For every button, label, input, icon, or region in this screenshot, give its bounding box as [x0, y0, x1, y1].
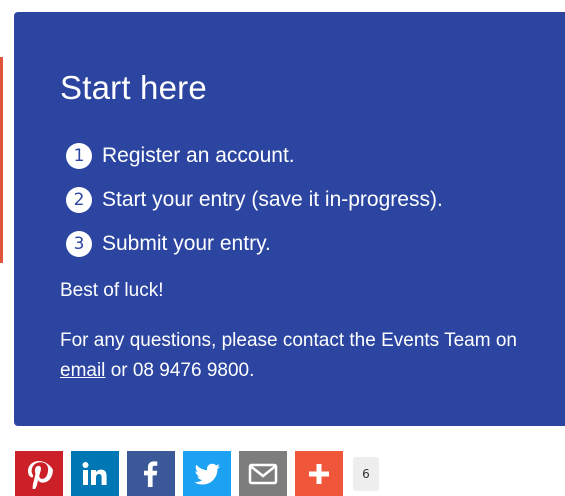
pinterest-icon — [28, 460, 53, 489]
steps-list: 1 Register an account. 2 Start your entr… — [60, 134, 565, 266]
list-item: 3 Submit your entry. — [60, 222, 565, 266]
list-item: 2 Start your entry (save it in-progress)… — [60, 178, 565, 222]
contact-text: For any questions, please contact the Ev… — [60, 326, 530, 386]
more-share-button[interactable] — [295, 451, 343, 496]
twitter-share-button[interactable] — [183, 451, 231, 496]
panel-title: Start here — [60, 69, 207, 106]
facebook-share-button[interactable] — [127, 451, 175, 496]
step-number-badge: 2 — [66, 187, 92, 213]
social-share-bar: 6 — [15, 451, 379, 496]
facebook-icon — [144, 460, 158, 487]
list-item: 1 Register an account. — [60, 134, 565, 178]
linkedin-share-button[interactable] — [71, 451, 119, 496]
step-text: Submit your entry. — [102, 232, 271, 255]
twitter-icon — [194, 463, 220, 484]
contact-suffix: or 08 9476 9800. — [110, 360, 255, 381]
page: Start here 1 Register an account. 2 Star… — [0, 0, 565, 496]
email-share-button[interactable] — [239, 451, 287, 496]
contact-prefix: For any questions, please contact the Ev… — [60, 330, 517, 351]
step-number-badge: 1 — [66, 143, 92, 169]
linkedin-icon — [82, 461, 107, 485]
share-count-badge: 6 — [353, 457, 379, 491]
step-text: Register an account. — [102, 144, 295, 167]
accent-rule — [0, 57, 3, 263]
closing-text: Best of luck! — [60, 280, 164, 301]
email-link[interactable]: email — [60, 360, 105, 381]
start-here-panel: Start here 1 Register an account. 2 Star… — [14, 12, 565, 426]
email-icon — [248, 463, 278, 484]
step-number-badge: 3 — [66, 231, 92, 257]
step-text: Start your entry (save it in-progress). — [102, 188, 443, 211]
plus-icon — [309, 463, 329, 484]
pinterest-share-button[interactable] — [15, 451, 63, 496]
